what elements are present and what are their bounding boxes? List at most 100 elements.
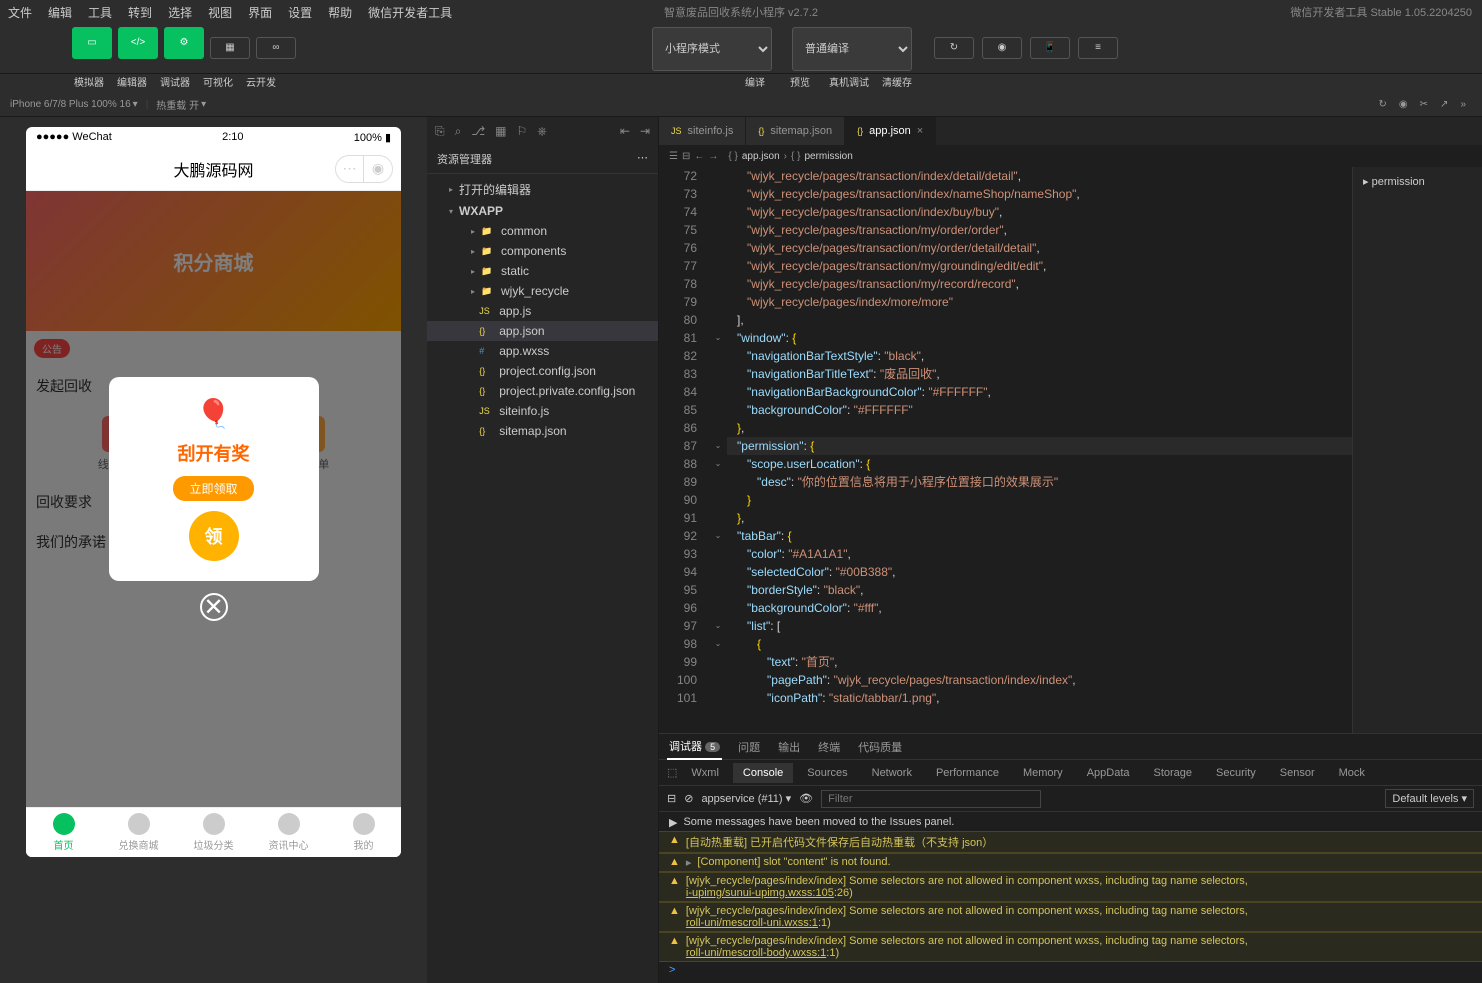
devtools-subtab[interactable]: Security	[1206, 763, 1266, 783]
editor-tab[interactable]: JSsiteinfo.js	[659, 117, 746, 145]
explorer-icon[interactable]: ▦	[495, 124, 506, 138]
visualize-button[interactable]: ▦	[208, 27, 252, 71]
console-filter-input[interactable]	[821, 790, 1041, 808]
console-prompt[interactable]: >	[659, 962, 1482, 978]
editor-tab[interactable]: {}app.json×	[845, 117, 936, 145]
devtools-subtab[interactable]: Mock	[1329, 763, 1375, 783]
devtools-tab[interactable]: 问题	[736, 735, 762, 759]
devtools-subtab[interactable]: Sensor	[1270, 763, 1325, 783]
compile-button[interactable]: ↻	[932, 27, 976, 71]
menu-item[interactable]: 帮助	[328, 4, 352, 21]
tree-file[interactable]: JSapp.js	[427, 301, 658, 321]
devtools-subtab[interactable]: Network	[862, 763, 922, 783]
console-message[interactable]: ▲[wjyk_recycle/pages/index/index] Some s…	[659, 932, 1482, 962]
tabbar-item[interactable]: 资讯中心	[251, 808, 326, 857]
inspect-icon[interactable]: ⬚	[667, 766, 677, 779]
tree-file[interactable]: ▸📁components	[427, 241, 658, 261]
devtools-subtab[interactable]: Wxml	[681, 763, 729, 783]
fold-gutter[interactable]: ⌄⌄⌄⌄⌄⌄	[709, 167, 727, 733]
context-select[interactable]: appservice (#11) ▾	[701, 792, 791, 805]
devtools-tab[interactable]: 终端	[816, 735, 842, 759]
clear-icon[interactable]: ⊘	[684, 792, 693, 805]
devtools-tab[interactable]: 调试器 5	[667, 734, 722, 760]
code-area[interactable]: "wjyk_recycle/pages/transaction/index/de…	[727, 167, 1352, 733]
tree-file[interactable]: {}project.config.json	[427, 361, 658, 381]
devtools-tab[interactable]: 输出	[776, 735, 802, 759]
devtools-tab[interactable]: 代码质量	[856, 735, 904, 759]
status-icon[interactable]: ◉	[1399, 99, 1408, 110]
remote-debug-button[interactable]: 📱	[1028, 27, 1072, 71]
log-levels-select[interactable]: Default levels ▾	[1385, 789, 1474, 808]
console-message[interactable]: ▲[wjyk_recycle/pages/index/index] Some s…	[659, 902, 1482, 932]
tree-file[interactable]: ▸📁common	[427, 221, 658, 241]
devtools-subtab[interactable]: Console	[733, 763, 793, 783]
menu-item[interactable]: 编辑	[48, 4, 72, 21]
mode-select[interactable]: 小程序模式	[652, 27, 772, 71]
menu-item[interactable]: 界面	[248, 4, 272, 21]
tabbar-item[interactable]: 兑换商城	[101, 808, 176, 857]
console-message[interactable]: ▲[wjyk_recycle/pages/index/index] Some s…	[659, 872, 1482, 902]
menu-item[interactable]: 设置	[288, 4, 312, 21]
menu-item[interactable]: 视图	[208, 4, 232, 21]
popup-badge-icon[interactable]: 领	[189, 511, 239, 561]
compile-select[interactable]: 普通编译	[792, 27, 912, 71]
devtools-subtab[interactable]: AppData	[1077, 763, 1140, 783]
cloud-button[interactable]: ∞	[254, 27, 298, 71]
tree-file[interactable]: {}sitemap.json	[427, 421, 658, 441]
menu-item[interactable]: 工具	[88, 4, 112, 21]
prize-popup: 🎈 刮开有奖 立即领取 领	[109, 377, 319, 581]
tree-root[interactable]: ▾WXAPP	[427, 201, 658, 221]
tree-file[interactable]: {}app.json	[427, 321, 658, 341]
menu-item[interactable]: 文件	[8, 4, 32, 21]
tabbar-item[interactable]: 我的	[326, 808, 401, 857]
status-icon[interactable]: »	[1460, 99, 1466, 110]
tree-file[interactable]: JSsiteinfo.js	[427, 401, 658, 421]
console-message[interactable]: ▶Some messages have been moved to the Is…	[659, 814, 1482, 831]
preview-button[interactable]: ◉	[980, 27, 1024, 71]
phone-simulator[interactable]: ●●●●● WeChat 2:10 100% ▮ 大鹏源码网 ⋯◉ 积分商城 公…	[26, 127, 401, 857]
console-output[interactable]: ▶Some messages have been moved to the Is…	[659, 812, 1482, 983]
explorer-icon[interactable]: ⇥	[640, 124, 650, 138]
devtools-subtab[interactable]: Memory	[1013, 763, 1073, 783]
explorer-icon[interactable]: ⚐	[517, 124, 528, 138]
breadcrumb[interactable]: ☰ ⊟ ← → { } app.json › { } permission	[659, 145, 1482, 167]
capsule-menu[interactable]: ⋯◉	[335, 155, 393, 183]
close-tab-icon[interactable]: ×	[917, 125, 923, 137]
devtools-subtab[interactable]: Storage	[1144, 763, 1203, 783]
devtools-subtab[interactable]: Performance	[926, 763, 1009, 783]
tabbar-item[interactable]: 垃圾分类	[176, 808, 251, 857]
debugger-toggle[interactable]: ⚙	[164, 27, 204, 59]
editor-toggle[interactable]: </>	[118, 27, 158, 59]
tree-file[interactable]: {}project.private.config.json	[427, 381, 658, 401]
explorer-icon[interactable]: ⇤	[620, 124, 630, 138]
devtools-subtab[interactable]: Sources	[797, 763, 857, 783]
explorer-icon[interactable]: ⎇	[471, 124, 485, 138]
tabbar-item[interactable]: 首页	[26, 808, 101, 857]
hot-reload-label[interactable]: 热重载 开	[156, 97, 199, 112]
console-message[interactable]: ▲▸[Component] slot "content" is not foun…	[659, 853, 1482, 872]
editor-tab[interactable]: {}sitemap.json	[746, 117, 845, 145]
status-icon[interactable]: ↗	[1440, 99, 1448, 110]
menu-item[interactable]: 转到	[128, 4, 152, 21]
device-label[interactable]: iPhone 6/7/8 Plus 100% 16	[10, 99, 131, 110]
tree-file[interactable]: ▸📁wjyk_recycle	[427, 281, 658, 301]
tree-open-editors[interactable]: ▸打开的编辑器	[427, 178, 658, 201]
menu-item[interactable]: 微信开发者工具	[368, 4, 452, 21]
tree-file[interactable]: #app.wxss	[427, 341, 658, 361]
eye-icon[interactable]: 👁	[799, 792, 813, 805]
console-message[interactable]: ▲[自动热重载] 已开启代码文件保存后自动热重载（不支持 json）	[659, 831, 1482, 853]
menu-item[interactable]: 选择	[168, 4, 192, 21]
explorer-icon[interactable]: ⎘	[435, 124, 445, 139]
popup-close-button[interactable]: ✕	[200, 593, 228, 621]
simulator-toggle[interactable]: ▭	[72, 27, 112, 59]
more-icon[interactable]: ⋯	[637, 151, 648, 167]
tree-file[interactable]: ▸📁static	[427, 261, 658, 281]
outline-panel[interactable]: ▸ permission	[1352, 167, 1482, 733]
clear-cache-button[interactable]: ≡	[1076, 27, 1120, 71]
explorer-icon[interactable]: ⎈	[537, 124, 547, 139]
console-icon[interactable]: ⊟	[667, 792, 676, 805]
explorer-icon[interactable]: ⌕	[455, 124, 462, 139]
status-icon[interactable]: ✂	[1420, 99, 1428, 110]
status-icon[interactable]: ↻	[1379, 99, 1387, 110]
popup-claim-button[interactable]: 立即领取	[173, 476, 253, 501]
